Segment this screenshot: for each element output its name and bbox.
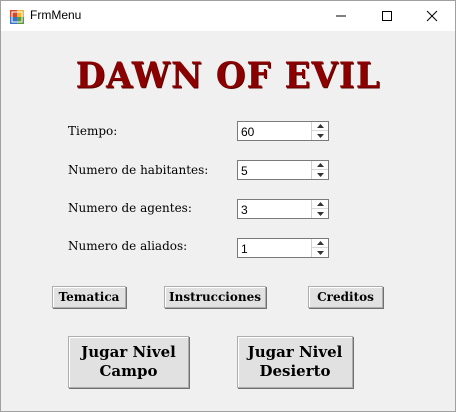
form-client-area: DAWN OF EVIL Tiempo: 60 Numero de habita… <box>1 31 455 411</box>
arrow-down-icon <box>316 133 324 138</box>
tiempo-up-button[interactable] <box>312 122 328 131</box>
aliados-spinner[interactable]: 1 <box>237 238 329 258</box>
habitantes-spinner[interactable]: 5 <box>237 160 329 180</box>
game-title: DAWN OF EVIL <box>75 55 381 97</box>
frm-menu-window: FrmMenu DAWN OF EVIL Tiempo: 60 Numero d… <box>0 0 456 412</box>
aliados-up-button[interactable] <box>312 239 328 248</box>
minimize-button[interactable] <box>318 1 364 31</box>
arrow-up-icon <box>316 202 324 206</box>
minimize-icon <box>336 15 346 17</box>
arrow-up-icon <box>316 163 324 167</box>
creditos-button[interactable]: Creditos <box>308 286 383 308</box>
arrow-down-icon <box>316 172 324 177</box>
tiempo-spinner[interactable]: 60 <box>237 121 329 141</box>
agentes-value[interactable]: 3 <box>241 203 248 217</box>
maximize-button[interactable] <box>364 1 410 31</box>
habitantes-value[interactable]: 5 <box>241 164 248 178</box>
app-icon <box>10 10 24 24</box>
title-bar[interactable]: FrmMenu <box>1 1 455 31</box>
tiempo-spin-buttons <box>311 122 328 140</box>
close-icon <box>426 10 438 22</box>
close-button[interactable] <box>409 1 455 31</box>
habitantes-label: Numero de habitantes: <box>68 163 209 177</box>
maximize-icon <box>382 11 392 21</box>
tiempo-value[interactable]: 60 <box>241 125 254 139</box>
tematica-button[interactable]: Tematica <box>52 286 126 308</box>
aliados-spin-buttons <box>311 239 328 257</box>
arrow-down-icon <box>316 250 324 255</box>
habitantes-down-button[interactable] <box>312 170 328 179</box>
aliados-down-button[interactable] <box>312 248 328 257</box>
tiempo-label: Tiempo: <box>68 124 118 138</box>
jugar-campo-button[interactable]: Jugar Nivel Campo <box>68 336 189 388</box>
tiempo-down-button[interactable] <box>312 131 328 140</box>
arrow-up-icon <box>316 241 324 245</box>
habitantes-up-button[interactable] <box>312 161 328 170</box>
instrucciones-button[interactable]: Instrucciones <box>164 286 266 308</box>
agentes-spin-buttons <box>311 200 328 218</box>
jugar-desierto-button[interactable]: Jugar Nivel Desierto <box>237 336 353 388</box>
agentes-up-button[interactable] <box>312 200 328 209</box>
arrow-down-icon <box>316 211 324 216</box>
window-title: FrmMenu <box>30 8 82 22</box>
agentes-down-button[interactable] <box>312 209 328 218</box>
aliados-label: Numero de aliados: <box>68 239 188 253</box>
arrow-up-icon <box>316 124 324 128</box>
habitantes-spin-buttons <box>311 161 328 179</box>
aliados-value[interactable]: 1 <box>241 242 248 256</box>
agentes-spinner[interactable]: 3 <box>237 199 329 219</box>
agentes-label: Numero de agentes: <box>68 201 192 215</box>
